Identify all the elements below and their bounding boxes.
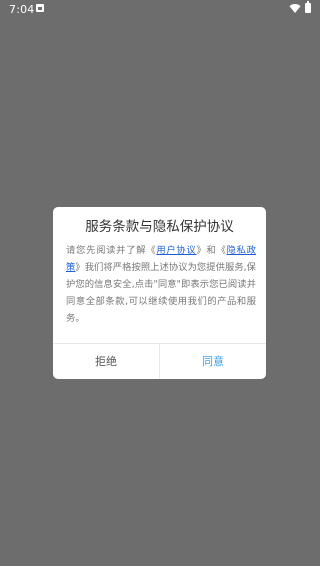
battery-icon bbox=[305, 1, 311, 13]
agree-button[interactable]: 同意 bbox=[160, 344, 266, 379]
dialog-body: 请您先阅读并了解《用户协议》和《隐私政策》我们将严格按照上述协议为您提供服务,保… bbox=[66, 242, 256, 327]
dialog-title: 服务条款与隐私保护协议 bbox=[85, 219, 234, 235]
reject-button[interactable]: 拒绝 bbox=[53, 344, 159, 379]
user-agreement-link[interactable]: 用户协议 bbox=[156, 245, 196, 256]
body-text-3: 》我们将严格按照上述协议为您提供服务,保护您的信息安全,点击"同意"即表示您已阅… bbox=[66, 262, 256, 324]
body-text-2: 》和《 bbox=[196, 245, 227, 256]
status-time: 7:04 bbox=[9, 3, 35, 16]
terms-dialog: 服务条款与隐私保护协议 请您先阅读并了解《用户协议》和《隐私政策》我们将严格按照… bbox=[53, 207, 266, 379]
wifi-icon bbox=[289, 4, 301, 13]
body-text-1: 请您先阅读并了解《 bbox=[66, 245, 157, 256]
status-bar: 7:04 bbox=[0, 0, 320, 18]
notification-icon bbox=[36, 4, 44, 12]
